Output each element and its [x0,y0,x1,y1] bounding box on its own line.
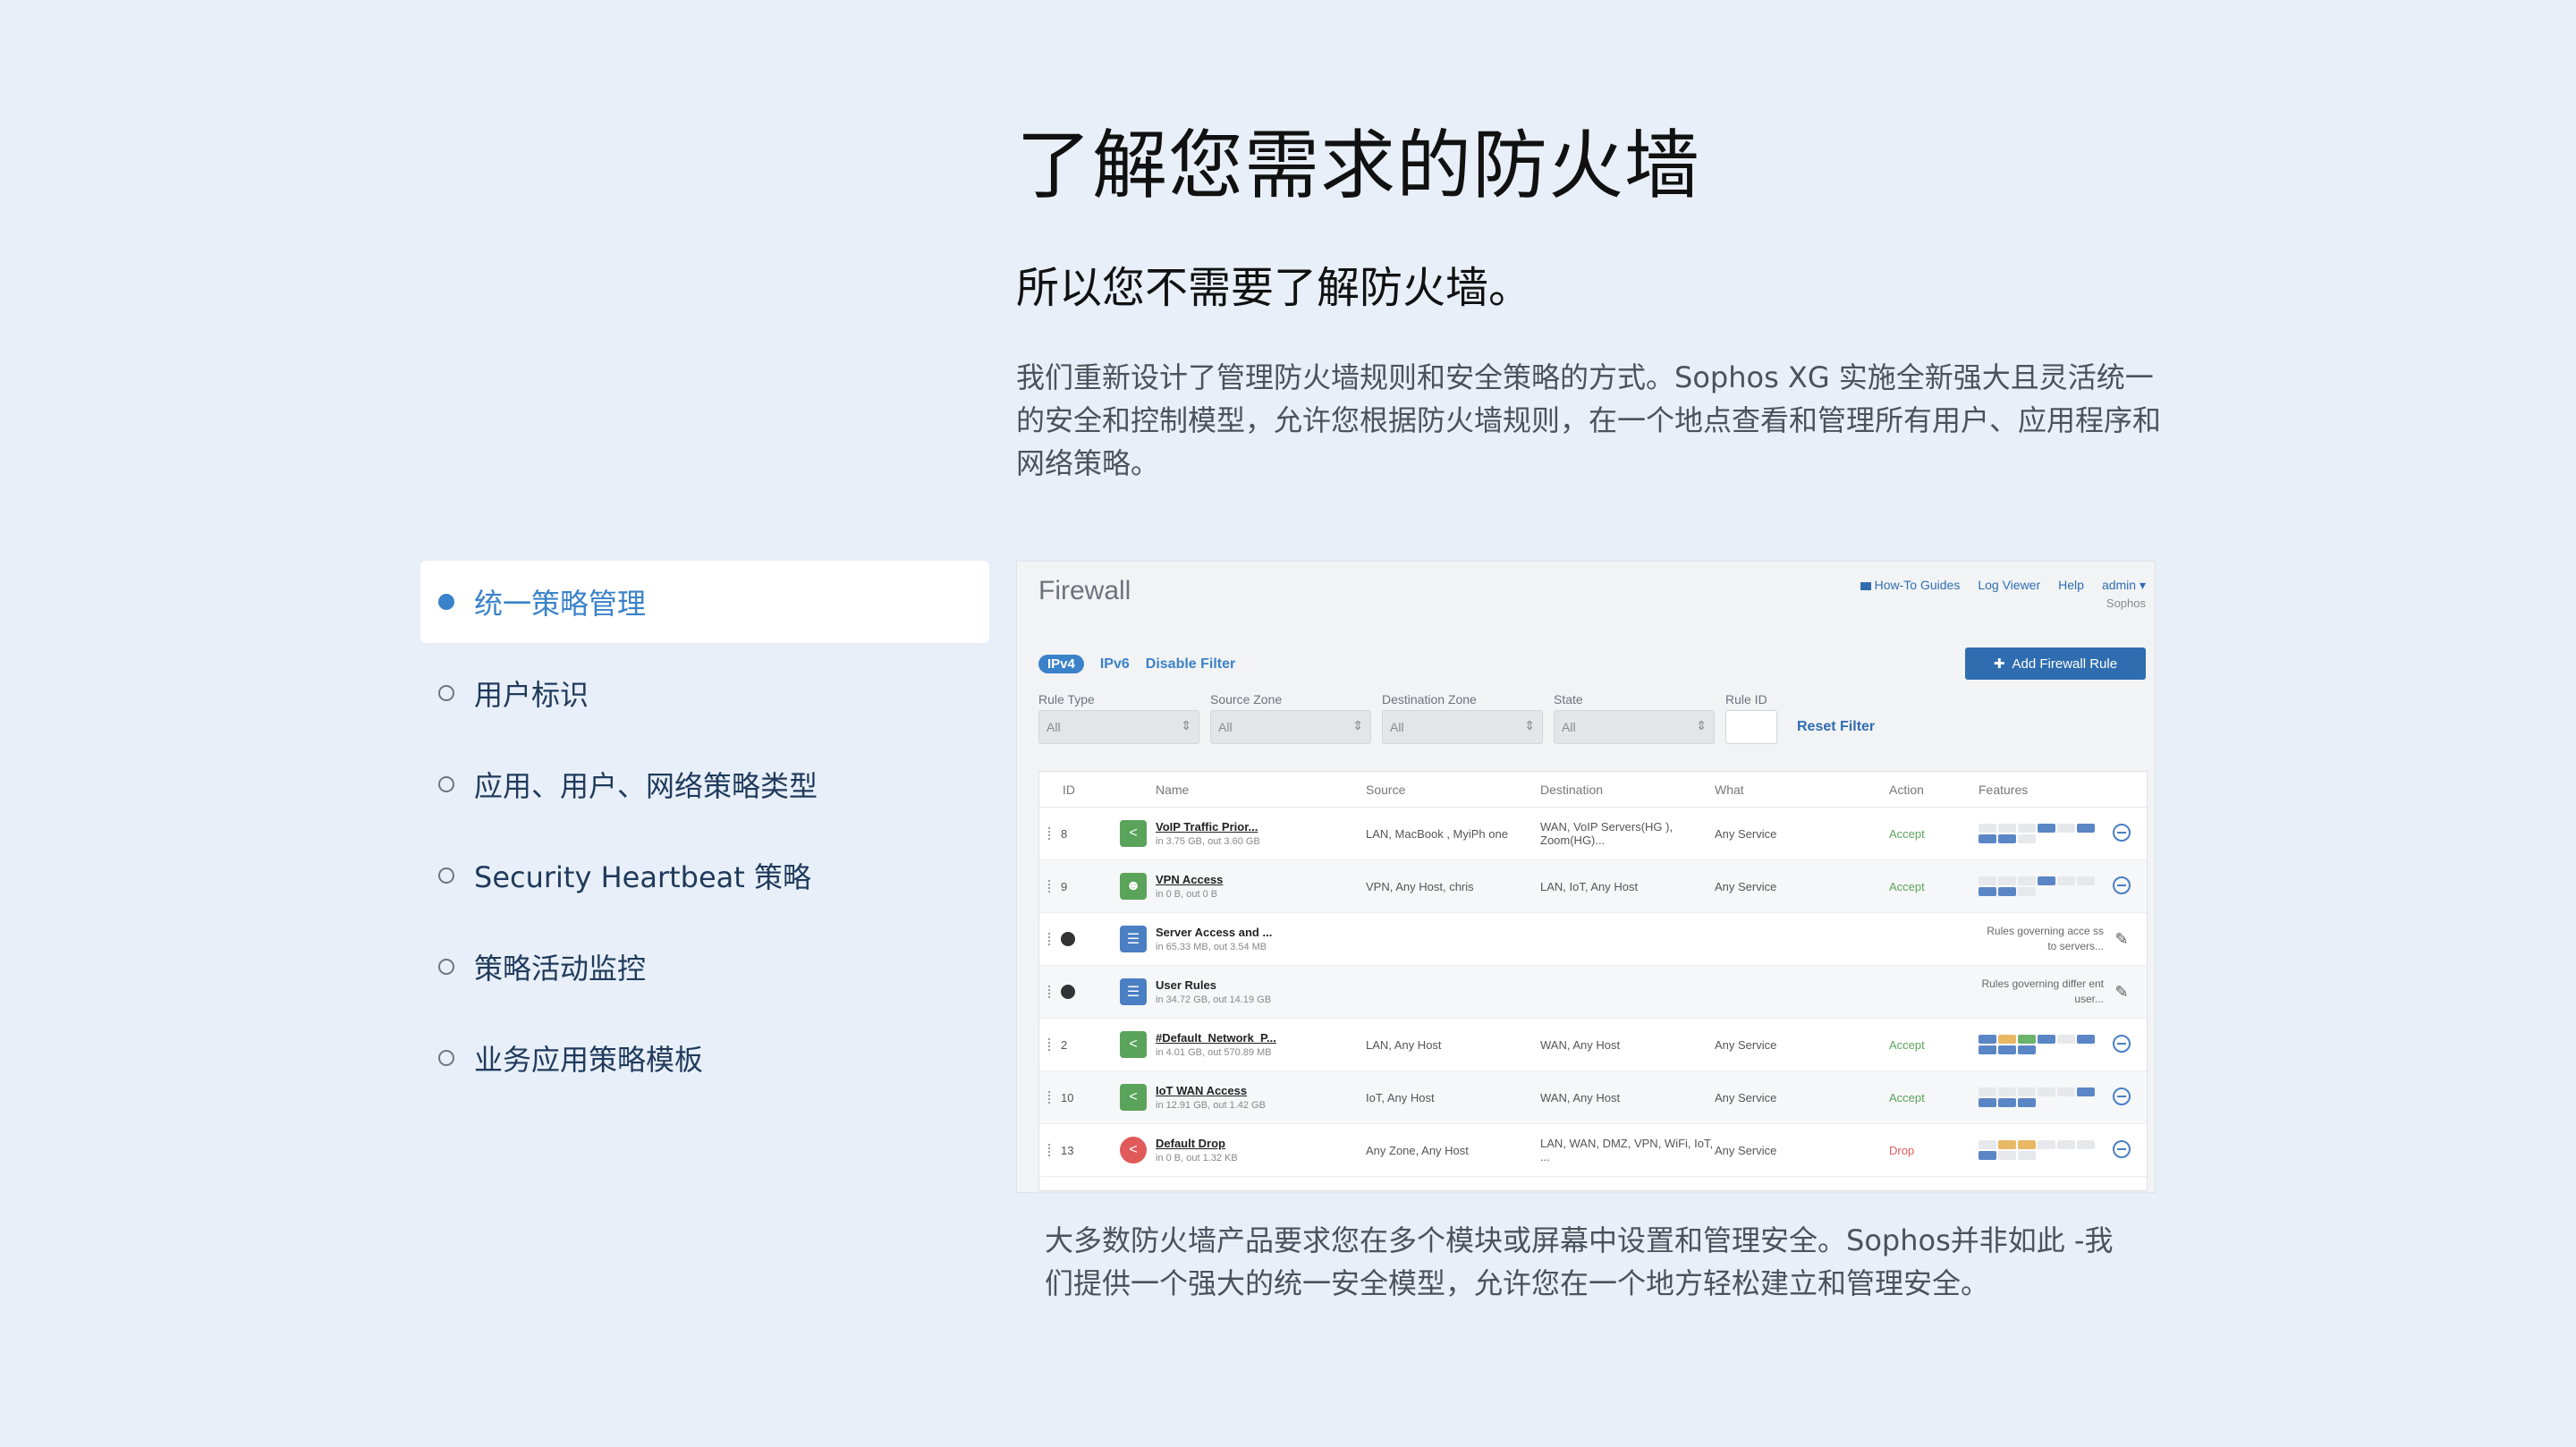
disable-toggle-icon[interactable] [2113,1034,2131,1053]
edit-pencil-icon[interactable]: ✎ [2114,930,2128,948]
drag-handle-icon[interactable] [1048,933,1052,945]
tab-ipv6[interactable]: IPv6 [1100,656,1130,673]
feature-tags [1979,1140,2095,1160]
intro-paragraph: 我们重新设计了管理防火墙规则和安全策略的方式。Sophos XG 实施全新强大且… [1016,360,2162,480]
rule-name[interactable]: VoIP Traffic Prior... [1156,820,1366,834]
admin-menu[interactable]: admin ▾ Sophos [2102,578,2146,610]
group-name[interactable]: Server Access and ... [1156,926,1366,939]
nav-item-activity-monitor[interactable]: 策略活动监控 [420,926,989,1008]
source-zone-filter: Source Zone All [1210,692,1371,744]
reset-filter-link[interactable]: Reset Filter [1797,719,1875,735]
feature-tags [1979,1035,2095,1054]
feature-tags [1979,1087,2095,1107]
filter-bar: Rule Type All Source Zone All Destinatio… [1038,692,1875,744]
nav-item-label: 统一策略管理 [474,587,647,621]
radio-dot-icon [438,594,454,610]
nav-item-policy-types[interactable]: 应用、用户、网络策略类型 [420,743,989,825]
nav-item-label: 用户标识 [474,678,589,712]
disable-toggle-icon[interactable] [2113,876,2131,894]
disable-toggle-icon[interactable] [2113,823,2131,842]
ip-tabs: IPv4 IPv6 Disable Filter [1038,655,1235,673]
rule-name[interactable]: Default Drop [1156,1137,1366,1150]
nav-item-templates[interactable]: 业务应用策略模板 [420,1017,989,1099]
disable-filter-link[interactable]: Disable Filter [1146,656,1235,673]
drag-handle-icon[interactable] [1048,1038,1052,1051]
radio-dot-icon [438,1050,454,1066]
rules-table: ID Name Source Destination What Action F… [1038,771,2148,1191]
tab-ipv4[interactable]: IPv4 [1038,655,1084,673]
feature-tags [1979,824,2095,843]
share-icon: < [1120,820,1147,847]
nav-item-label: 业务应用策略模板 [474,1043,704,1077]
table-row[interactable]: 13 < Default Drop in 0 B, out 1.32 KB Any… [1039,1124,2147,1177]
add-firewall-rule-button[interactable]: ✚ Add Firewall Rule [1965,647,2146,680]
caption-paragraph: 大多数防火墙产品要求您在多个模块或屏幕中设置和管理安全。Sophos并非如此 -… [1045,1223,2114,1300]
hero-section: 了解您需求的防火墙 所以您不需要了解防火墙。 我们重新设计了管理防火墙规则和安全… [1016,116,2170,485]
state-filter: State All [1554,692,1715,744]
rule-name[interactable]: VPN Access [1156,873,1366,886]
table-row[interactable]: 10 < IoT WAN Access in 12.91 GB, out 1.42… [1039,1071,2147,1124]
nav-item-label: Security Heartbeat 策略 [474,860,811,894]
table-header: ID Name Source Destination What Action F… [1039,772,2147,808]
log-viewer-link[interactable]: Log Viewer [1978,578,2040,610]
drop-icon: < [1120,1137,1147,1164]
rule-group-icon: ☰ [1120,926,1147,952]
how-to-guides-link[interactable]: How-To Guides [1860,578,1960,610]
group-note: Rules governing differ ent user... [1981,977,2104,1005]
feature-tags [1979,876,2095,896]
destination-zone-filter: Destination Zone All [1382,692,1543,744]
nav-item-label: 策略活动监控 [474,952,647,986]
state-select[interactable]: All [1554,710,1715,744]
feature-nav: 统一策略管理 用户标识 应用、用户、网络策略类型 Security Heartb… [420,561,989,1108]
edit-pencil-icon[interactable]: ✎ [2114,983,2128,1001]
collapse-icon[interactable] [1061,985,1075,999]
page-title: 了解您需求的防火墙 [1016,122,1701,209]
plus-icon: ✚ [1993,656,2005,672]
table-row-group[interactable]: ☰ Server Access and ... in 65.33 MB, out … [1039,913,2147,966]
drag-handle-icon[interactable] [1048,1144,1052,1156]
rule-name[interactable]: #Default_Network_P... [1156,1031,1366,1045]
firewall-screenshot: Firewall How-To Guides Log Viewer Help a… [1016,561,2156,1193]
drag-handle-icon[interactable] [1048,880,1052,893]
table-row[interactable]: 9 ☻ VPN Access in 0 B, out 0 B VPN, Any H… [1039,860,2147,913]
rule-name[interactable]: IoT WAN Access [1156,1084,1366,1097]
nav-item-heartbeat[interactable]: Security Heartbeat 策略 [420,834,989,917]
firewall-title: Firewall [1038,576,1131,605]
table-row[interactable]: 2 < #Default_Network_P... in 4.01 GB, out… [1039,1019,2147,1071]
user-icon: ☻ [1120,873,1147,900]
top-links: How-To Guides Log Viewer Help admin ▾ Sop… [1860,578,2146,610]
disable-toggle-icon[interactable] [2113,1139,2131,1158]
group-note: Rules governing acce ss to servers... [1987,925,2104,952]
nav-item-unified-policy[interactable]: 统一策略管理 [420,561,989,643]
radio-dot-icon [438,685,454,701]
collapse-icon[interactable] [1061,932,1075,946]
rule-type-select[interactable]: All [1038,710,1199,744]
drag-handle-icon[interactable] [1048,986,1052,998]
source-zone-select[interactable]: All [1210,710,1371,744]
radio-dot-icon [438,959,454,975]
rule-group-icon: ☰ [1120,978,1147,1005]
drag-handle-icon[interactable] [1048,827,1052,840]
rule-type-filter: Rule Type All [1038,692,1199,744]
nav-item-label: 应用、用户、网络策略类型 [474,769,818,803]
share-icon: < [1120,1031,1147,1058]
org-name: Sophos [2106,597,2146,610]
radio-dot-icon [438,776,454,792]
table-row-group[interactable]: ☰ User Rules in 34.72 GB, out 14.19 GB Ru… [1039,966,2147,1019]
table-row[interactable]: 8 < VoIP Traffic Prior... in 3.75 GB, out… [1039,808,2147,860]
destination-zone-select[interactable]: All [1382,710,1543,744]
drag-handle-icon[interactable] [1048,1091,1052,1104]
share-icon: < [1120,1084,1147,1111]
disable-toggle-icon[interactable] [2113,1087,2131,1105]
group-name[interactable]: User Rules [1156,978,1366,992]
page-subtitle: 所以您不需要了解防火墙。 [1016,263,1532,313]
radio-dot-icon [438,867,454,884]
rule-id-filter: Rule ID [1725,692,1777,744]
nav-item-user-id[interactable]: 用户标识 [420,652,989,734]
rule-id-input[interactable] [1725,710,1777,744]
video-camera-icon [1860,581,1871,590]
help-link[interactable]: Help [2058,578,2084,610]
